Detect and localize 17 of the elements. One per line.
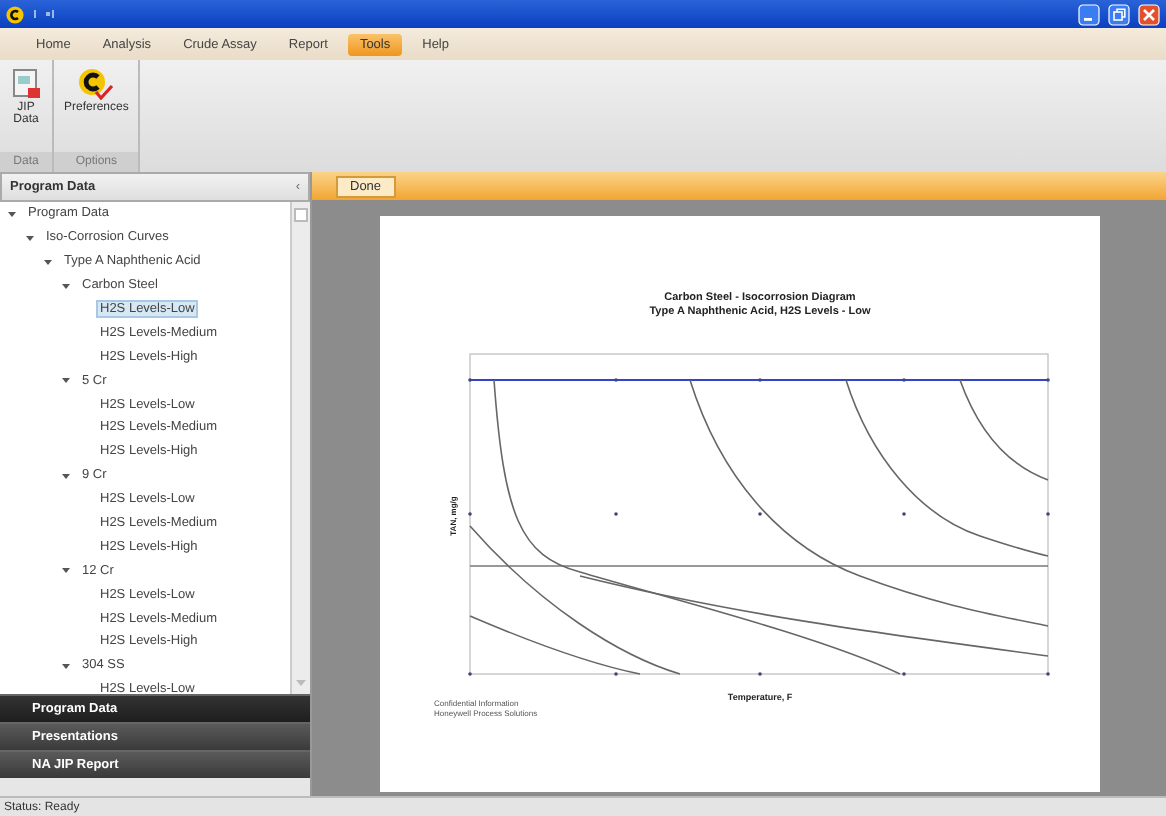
minimize-button[interactable] <box>1078 3 1100 25</box>
app-logo-icon[interactable] <box>6 5 24 23</box>
expanded-arrow-icon[interactable] <box>42 255 54 268</box>
scroll-thumb[interactable] <box>294 208 308 222</box>
close-button[interactable] <box>1138 3 1160 25</box>
expanded-arrow-icon[interactable] <box>60 659 72 672</box>
expanded-arrow-icon[interactable] <box>60 564 72 577</box>
expanded-arrow-icon[interactable] <box>6 207 18 220</box>
expanded-arrow-icon[interactable] <box>60 279 72 292</box>
expanded-arrow-icon[interactable] <box>24 231 36 244</box>
restore-button[interactable] <box>1108 3 1130 25</box>
quick-access-icon[interactable] <box>32 8 56 20</box>
expanded-arrow-icon[interactable] <box>60 469 72 482</box>
scrollbar[interactable] <box>290 202 310 694</box>
checkmark-logo-icon <box>78 68 115 100</box>
document-icon <box>10 68 42 100</box>
expanded-arrow-icon[interactable] <box>60 374 72 387</box>
